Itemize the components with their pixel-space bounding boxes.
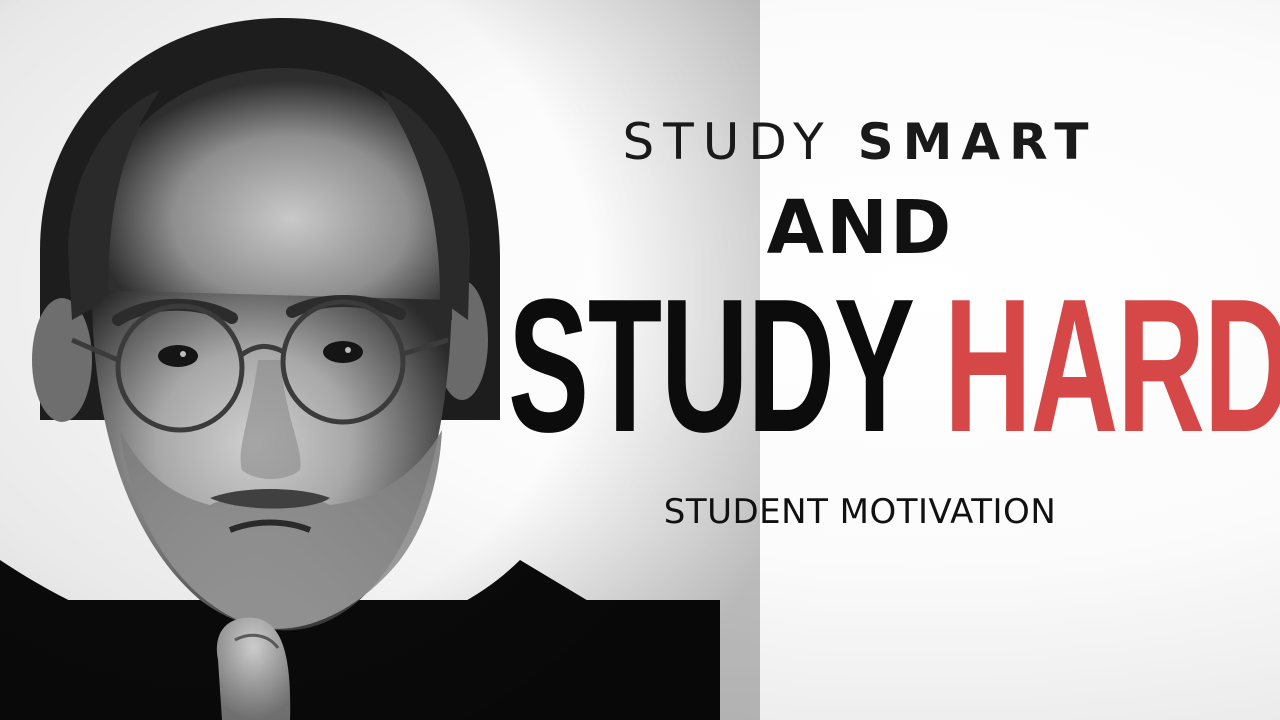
- headline-line-study-smart: STUDY SMART: [480, 112, 1240, 172]
- headline-word-smart: SMART: [857, 113, 1098, 171]
- headline-block: STUDY SMART AND STUDY HARD STUDENT MOTIV…: [480, 0, 1280, 720]
- headline-word-hard: HARD: [944, 260, 1280, 472]
- subtitle-student-motivation: STUDENT MOTIVATION: [663, 492, 1057, 532]
- headline-word-study-large: STUDY: [508, 260, 913, 472]
- headline-line-and: AND: [766, 185, 954, 271]
- headline-word-study: STUDY: [622, 113, 833, 171]
- headline-line-study-hard: STUDY HARD: [508, 271, 1280, 461]
